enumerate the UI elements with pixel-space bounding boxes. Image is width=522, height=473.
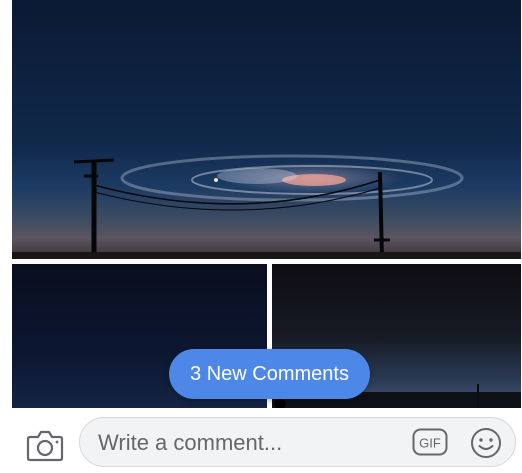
comment-composer: GIF [0, 408, 522, 473]
post-photo-main[interactable] [12, 0, 521, 259]
new-comments-label: 3 New Comments [190, 363, 349, 385]
comment-box: GIF [79, 417, 516, 468]
night-sky-scene [12, 154, 521, 259]
gif-button[interactable]: GIF [412, 428, 448, 456]
smiley-icon [471, 428, 501, 458]
comment-input[interactable] [96, 418, 400, 468]
gif-icon: GIF [412, 428, 448, 456]
camera-button[interactable] [26, 428, 64, 462]
emoji-button[interactable] [470, 427, 502, 459]
camera-icon [26, 430, 64, 462]
gif-label: GIF [419, 436, 441, 451]
new-comments-button[interactable]: 3 New Comments [169, 349, 370, 399]
